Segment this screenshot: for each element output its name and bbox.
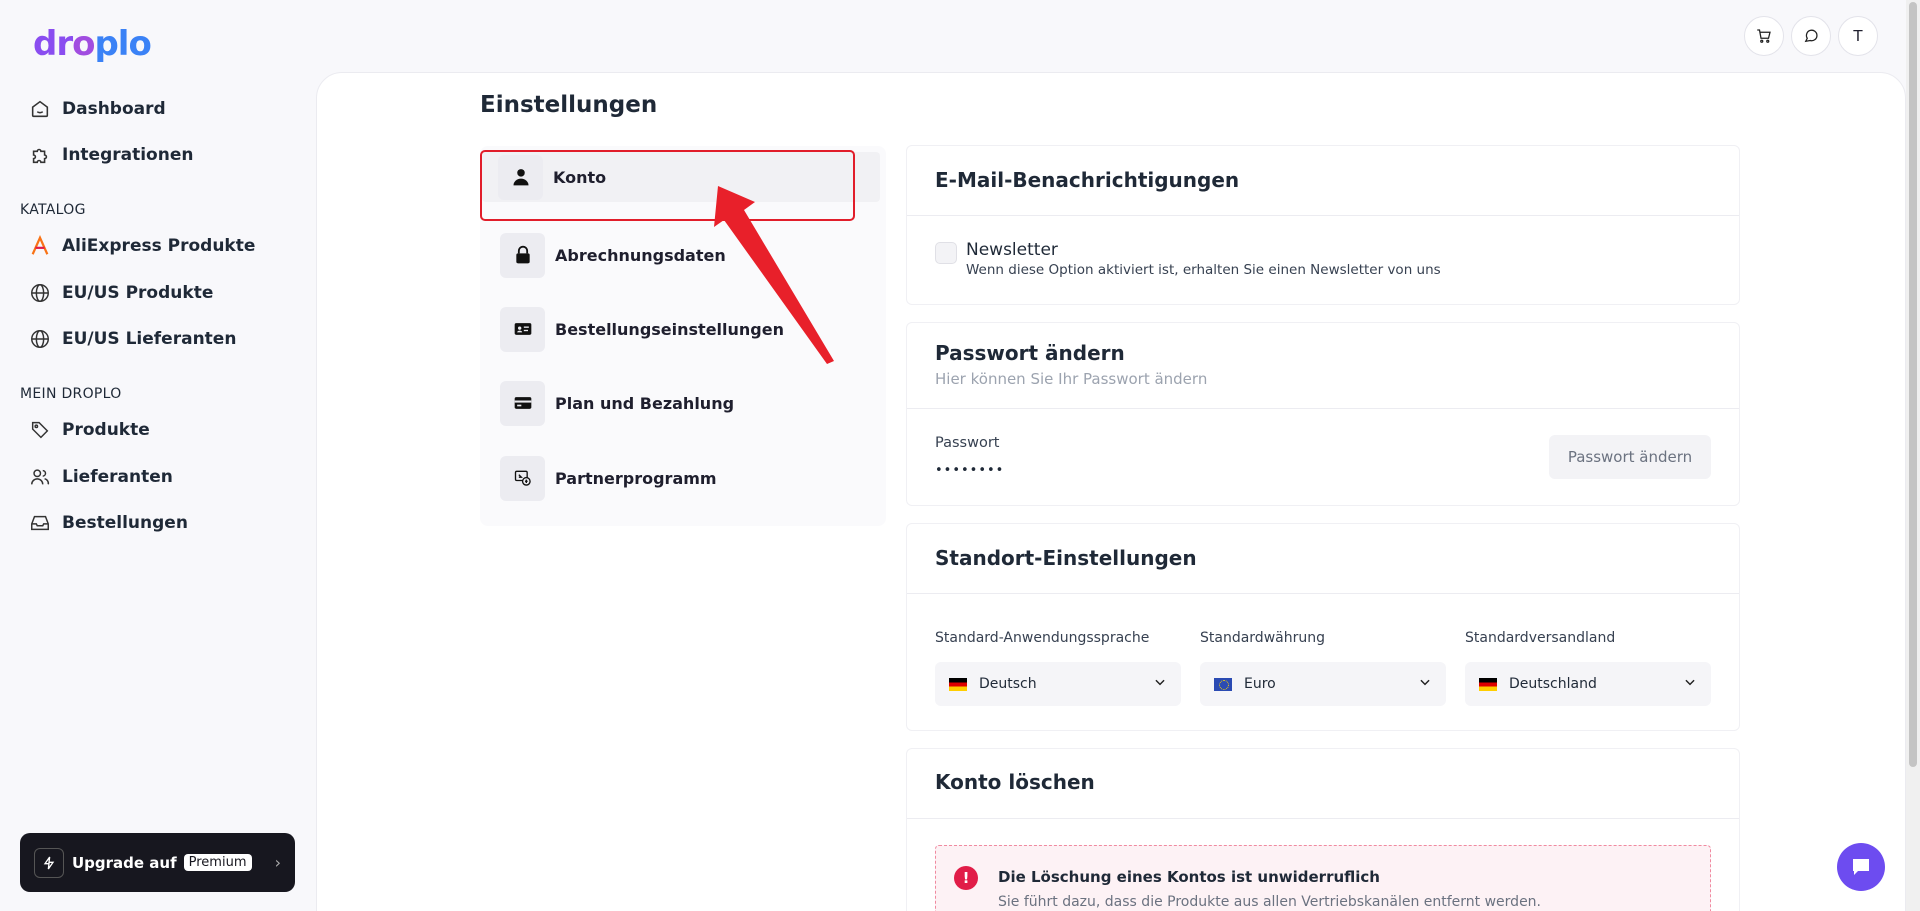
sidebar-item-eu-us-produkte[interactable]: EU/US Produkte (28, 276, 213, 310)
globe-icon (28, 327, 52, 351)
newsletter-label: Newsletter (966, 240, 1058, 260)
currency-label: Standardwährung (1200, 630, 1325, 646)
notifications-button[interactable] (1791, 16, 1831, 56)
settings-menu-label: Plan und Bezahlung (555, 393, 735, 413)
section-label-mein-droplo: MEIN DROPLO (20, 386, 122, 402)
user-avatar-button[interactable]: T (1838, 16, 1878, 56)
delete-warning-title: Die Löschung eines Kontos ist unwiderruf… (998, 868, 1380, 886)
chevron-down-icon (1683, 675, 1697, 693)
email-card-title: E-Mail-Benachrichtigungen (935, 168, 1240, 192)
chat-widget-button[interactable] (1837, 843, 1885, 891)
delete-card-title: Konto löschen (935, 770, 1095, 794)
sidebar-item-dashboard[interactable]: Dashboard (28, 92, 166, 126)
password-field-label: Passwort (935, 435, 1000, 451)
chevron-down-icon (1153, 675, 1167, 693)
germany-flag-icon (949, 677, 967, 691)
sidebar-item-bestellungen[interactable]: Bestellungen (28, 506, 188, 540)
logo-text-1: dr (33, 24, 73, 64)
chat-bubble-icon (1804, 29, 1818, 43)
password-card-title: Passwort ändern (935, 341, 1125, 365)
premium-badge: Premium (183, 854, 252, 871)
annotation-arrow (714, 186, 834, 364)
scrollbar-thumb[interactable] (1909, 2, 1917, 767)
lock-icon (500, 232, 545, 278)
sidebar-item-label: Produkte (62, 420, 150, 440)
partner-icon (500, 455, 545, 501)
language-label: Standard-Anwendungssprache (935, 630, 1150, 646)
newsletter-description: Wenn diese Option aktiviert ist, erhalte… (966, 262, 1441, 278)
newsletter-checkbox[interactable] (935, 242, 957, 264)
sidebar-item-label: Dashboard (62, 99, 166, 119)
delete-warning-box: ! Die Löschung eines Kontos ist unwiderr… (935, 845, 1711, 911)
chevron-down-icon (1418, 675, 1432, 693)
sidebar-item-lieferanten[interactable]: Lieferanten (28, 460, 173, 494)
eu-flag-icon (1214, 677, 1232, 691)
id-card-icon (500, 306, 545, 352)
sidebar-item-label: EU/US Produkte (62, 283, 214, 303)
sidebar-item-label: Lieferanten (62, 467, 173, 487)
sidebar-item-aliexpress[interactable]: AliExpress Produkte (28, 229, 255, 263)
warning-icon: ! (954, 866, 978, 890)
settings-menu-label: Partnerprogramm (555, 468, 717, 488)
cart-button[interactable] (1744, 16, 1784, 56)
droplo-logo[interactable]: droplo (33, 24, 152, 64)
sidebar-item-label: Bestellungen (62, 513, 188, 533)
tag-icon (28, 418, 52, 442)
cart-icon (1757, 29, 1771, 43)
change-password-button[interactable]: Passwort ändern (1549, 435, 1711, 479)
chevron-right-icon: › (274, 853, 281, 872)
logo-text-2: o (72, 24, 95, 64)
currency-select[interactable]: Euro (1200, 662, 1446, 706)
delete-warning-text: Sie führt dazu, dass die Produkte aus al… (998, 894, 1542, 910)
bolt-icon (34, 847, 64, 878)
aliexpress-icon (28, 234, 52, 258)
page-title: Einstellungen (480, 92, 658, 118)
password-field-value: •••••••• (935, 463, 1005, 478)
currency-value: Euro (1244, 676, 1276, 692)
sidebar-item-label: Integrationen (62, 145, 194, 165)
chat-icon (1853, 859, 1869, 875)
inbox-icon (28, 511, 52, 535)
country-select[interactable]: Deutschland (1465, 662, 1711, 706)
country-label: Standardversandland (1465, 630, 1616, 646)
home-icon (28, 97, 52, 121)
users-icon (28, 465, 52, 489)
logo-text-3: plo (94, 24, 151, 64)
upgrade-premium-button[interactable]: Upgrade auf Premium › (20, 833, 295, 892)
sidebar-item-eu-us-lieferanten[interactable]: EU/US Lieferanten (28, 322, 236, 356)
settings-menu-item-plan-und-bezahlung[interactable]: Plan und Bezahlung (500, 378, 860, 428)
scrollbar-track[interactable] (1906, 0, 1920, 911)
sidebar-item-label: AliExpress Produkte (62, 236, 256, 256)
globe-icon (28, 281, 52, 305)
avatar-initial: T (1853, 27, 1863, 45)
sidebar: droplo Dashboard Integrationen KATALOG A… (0, 0, 316, 911)
change-password-card: Passwort ändern Hier können Sie Ihr Pass… (906, 322, 1740, 506)
sidebar-item-produkte[interactable]: Produkte (28, 413, 150, 447)
puzzle-icon (28, 143, 52, 167)
sidebar-item-label: EU/US Lieferanten (62, 329, 237, 349)
language-select[interactable]: Deutsch (935, 662, 1181, 706)
email-notifications-card: E-Mail-Benachrichtigungen Newsletter Wen… (906, 145, 1740, 305)
section-label-katalog: KATALOG (20, 202, 86, 218)
location-card-title: Standort-Einstellungen (935, 546, 1197, 570)
delete-account-card: Konto löschen ! Die Löschung eines Konto… (906, 748, 1740, 911)
password-card-subtitle: Hier können Sie Ihr Passwort ändern (935, 370, 1208, 388)
country-value: Deutschland (1509, 676, 1597, 692)
sidebar-item-integrationen[interactable]: Integrationen (28, 138, 193, 172)
settings-menu-item-partnerprogramm[interactable]: Partnerprogramm (500, 453, 860, 503)
language-value: Deutsch (979, 676, 1037, 692)
germany-flag-icon (1479, 677, 1497, 691)
upgrade-label: Upgrade auf (72, 853, 177, 872)
credit-card-icon (500, 380, 545, 426)
